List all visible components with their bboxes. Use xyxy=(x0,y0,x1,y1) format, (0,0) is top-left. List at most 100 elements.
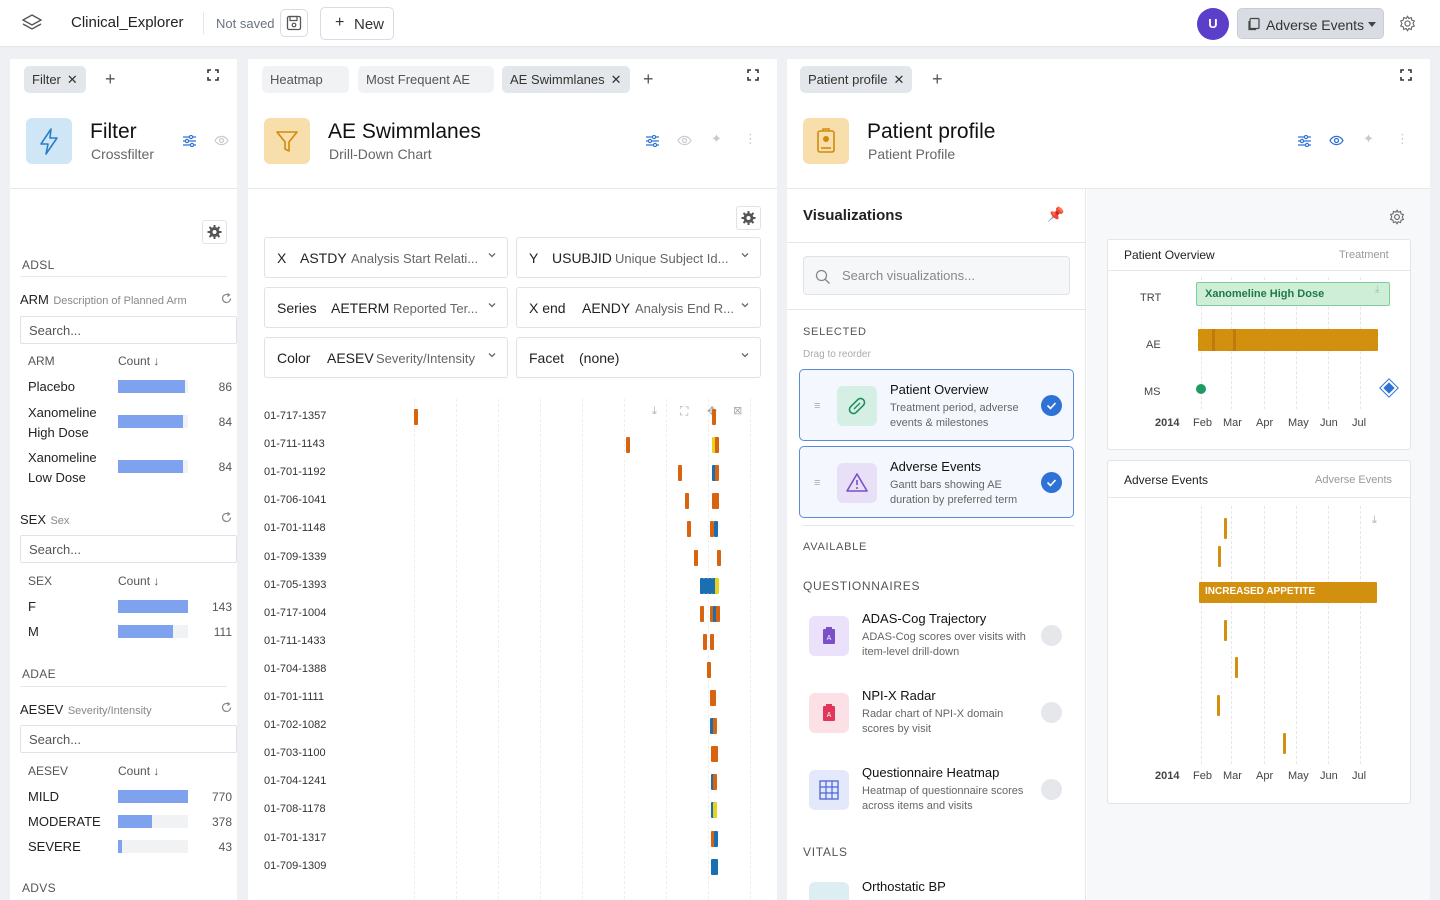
ae-segment[interactable] xyxy=(414,409,418,425)
filter-settings-button[interactable] xyxy=(202,220,227,244)
facet-encoding-select[interactable]: Facet (none) xyxy=(516,337,761,378)
arm-search-input[interactable]: Search... xyxy=(20,316,237,344)
sliders-icon[interactable] xyxy=(1298,135,1311,147)
viz-search-input[interactable]: Search visualizations... xyxy=(803,256,1070,295)
toggle-circle[interactable] xyxy=(1041,779,1062,800)
settings-gear-icon[interactable] xyxy=(1399,15,1416,32)
ae-swimlane-chart[interactable]: ⤓ ⛶ ✥ ⊠ 01-717-135701-711-114301-701-119… xyxy=(248,399,777,899)
list-item-label[interactable]: Xanomeline Low Dose xyxy=(28,448,108,488)
ae-segment[interactable] xyxy=(700,605,704,622)
fit-icon[interactable]: ⛶ xyxy=(680,404,688,419)
eye-icon[interactable] xyxy=(677,135,692,146)
xend-encoding-select[interactable]: X end AENDY Analysis End R... xyxy=(516,287,761,328)
add-tab-button[interactable]: + xyxy=(932,69,943,90)
selected-viz-patient-overview[interactable]: ≡ Patient Overview Treatment period, adv… xyxy=(799,369,1074,441)
available-viz-questionnaire-heatmap[interactable]: Questionnaire Heatmap Heatmap of questio… xyxy=(799,753,1074,825)
count-bar[interactable] xyxy=(118,460,188,473)
tab-ae-swimmlanes[interactable]: AE Swimmlanes ✕ xyxy=(502,66,630,93)
ae-segment[interactable] xyxy=(715,465,719,482)
ae-bar[interactable] xyxy=(1217,695,1220,716)
close-icon[interactable]: ✕ xyxy=(67,72,78,87)
count-bar[interactable] xyxy=(118,380,188,393)
count-bar[interactable] xyxy=(118,790,188,803)
more-vertical-icon[interactable]: ⋮ xyxy=(744,131,757,147)
save-button[interactable] xyxy=(280,9,308,37)
list-item-label[interactable]: F xyxy=(28,597,36,617)
new-button[interactable]: + New xyxy=(320,7,394,40)
patient-overview-chart[interactable]: TRT AE MS Xanomeline High Dose ⤓ 2014 Feb… xyxy=(1108,271,1410,449)
ae-segment[interactable] xyxy=(703,633,707,650)
check-icon[interactable] xyxy=(1041,395,1062,416)
expand-icon[interactable] xyxy=(747,69,759,81)
chart-settings-button[interactable] xyxy=(736,206,761,230)
ae-segment[interactable] xyxy=(626,437,630,454)
tab-most-frequent-ae[interactable]: Most Frequent AE xyxy=(358,66,494,93)
ae-segment[interactable] xyxy=(716,605,720,622)
reset-icon[interactable] xyxy=(221,512,232,523)
view-dropdown[interactable]: Adverse Events xyxy=(1237,8,1384,39)
download-icon[interactable]: ⤓ xyxy=(1375,284,1379,295)
count-bar[interactable] xyxy=(118,600,188,613)
layers-icon[interactable] xyxy=(21,13,43,33)
ae-segment[interactable] xyxy=(717,549,721,566)
drag-handle-icon[interactable]: ≡ xyxy=(814,477,820,489)
count-bar[interactable] xyxy=(118,815,188,828)
tab-filter[interactable]: Filter ✕ xyxy=(24,66,86,93)
ae-segment[interactable] xyxy=(715,577,719,594)
ae-segment[interactable] xyxy=(712,690,716,706)
download-icon[interactable]: ⤓ xyxy=(652,405,657,418)
ae-bar[interactable] xyxy=(1283,733,1286,754)
count-bar[interactable] xyxy=(118,625,188,638)
count-column-header[interactable]: Count ↓ xyxy=(118,354,159,368)
ae-bar[interactable] xyxy=(1224,620,1227,641)
count-column-header[interactable]: Count ↓ xyxy=(118,764,159,778)
drag-handle-icon[interactable]: ≡ xyxy=(814,400,820,412)
available-viz-npi-x[interactable]: A NPI-X Radar Radar chart of NPI-X domai… xyxy=(799,676,1074,748)
expand-icon[interactable] xyxy=(207,69,219,81)
y-encoding-select[interactable]: Y USUBJID Unique Subject Id... xyxy=(516,237,761,278)
close-icon[interactable]: ✕ xyxy=(611,72,622,87)
list-item-label[interactable]: Placebo xyxy=(28,377,75,397)
list-item-label[interactable]: MILD xyxy=(28,787,59,807)
ae-segment[interactable] xyxy=(687,521,691,538)
available-viz-adas-cog[interactable]: A ADAS-Cog Trajectory ADAS-Cog scores ov… xyxy=(799,599,1074,671)
sparkle-icon[interactable]: ✦ xyxy=(1363,131,1374,147)
add-tab-button[interactable]: + xyxy=(105,69,116,90)
gear-icon[interactable] xyxy=(1389,209,1405,225)
user-avatar[interactable]: U xyxy=(1197,8,1229,40)
ae-segment[interactable] xyxy=(714,830,718,847)
ae-segment[interactable] xyxy=(715,437,719,454)
sparkle-icon[interactable]: ✦ xyxy=(711,131,722,147)
ae-segment[interactable] xyxy=(685,493,689,510)
more-vertical-icon[interactable]: ⋮ xyxy=(1396,131,1409,147)
check-icon[interactable] xyxy=(1041,472,1062,493)
ae-segment[interactable] xyxy=(713,802,717,819)
ae-bar-increased-appetite[interactable]: INCREASED APPETITE xyxy=(1199,582,1377,603)
color-encoding-select[interactable]: Color AESEV Severity/Intensity xyxy=(264,337,508,378)
ae-segment[interactable] xyxy=(714,858,718,875)
toggle-circle[interactable] xyxy=(1041,625,1062,646)
ae-bar[interactable] xyxy=(1218,546,1221,567)
ae-segment[interactable] xyxy=(707,661,711,678)
tab-heatmap[interactable]: Heatmap xyxy=(262,66,349,93)
list-item-label[interactable]: Xanomeline High Dose xyxy=(28,403,108,443)
ae-segment[interactable] xyxy=(710,633,714,650)
count-bar[interactable] xyxy=(118,840,188,853)
ae-segment[interactable] xyxy=(713,718,717,735)
close-icon[interactable]: ✕ xyxy=(894,72,905,87)
reset-icon[interactable] xyxy=(221,702,232,713)
sliders-icon[interactable] xyxy=(646,135,659,147)
toggle-circle[interactable] xyxy=(1041,702,1062,723)
pin-icon[interactable]: 📌 xyxy=(1047,206,1064,223)
adverse-events-chart[interactable]: ⤓ INCREASED APPETITE 2014 Feb Mar Apr May Jun… xyxy=(1108,498,1410,803)
ae-segment[interactable] xyxy=(694,549,698,566)
sliders-icon[interactable] xyxy=(183,135,196,147)
selected-viz-adverse-events[interactable]: ≡ Adverse Events Gantt bars showing AE d… xyxy=(799,446,1074,518)
series-encoding-select[interactable]: Series AETERM Reported Ter... xyxy=(264,287,508,328)
ae-segment[interactable] xyxy=(712,409,716,425)
ae-summary-bar[interactable] xyxy=(1198,329,1378,351)
ae-bar[interactable] xyxy=(1235,657,1238,678)
aesev-search-input[interactable]: Search... xyxy=(20,725,237,753)
x-encoding-select[interactable]: X ASTDY Analysis Start Relati... xyxy=(264,237,508,278)
ae-segment[interactable] xyxy=(714,521,718,538)
